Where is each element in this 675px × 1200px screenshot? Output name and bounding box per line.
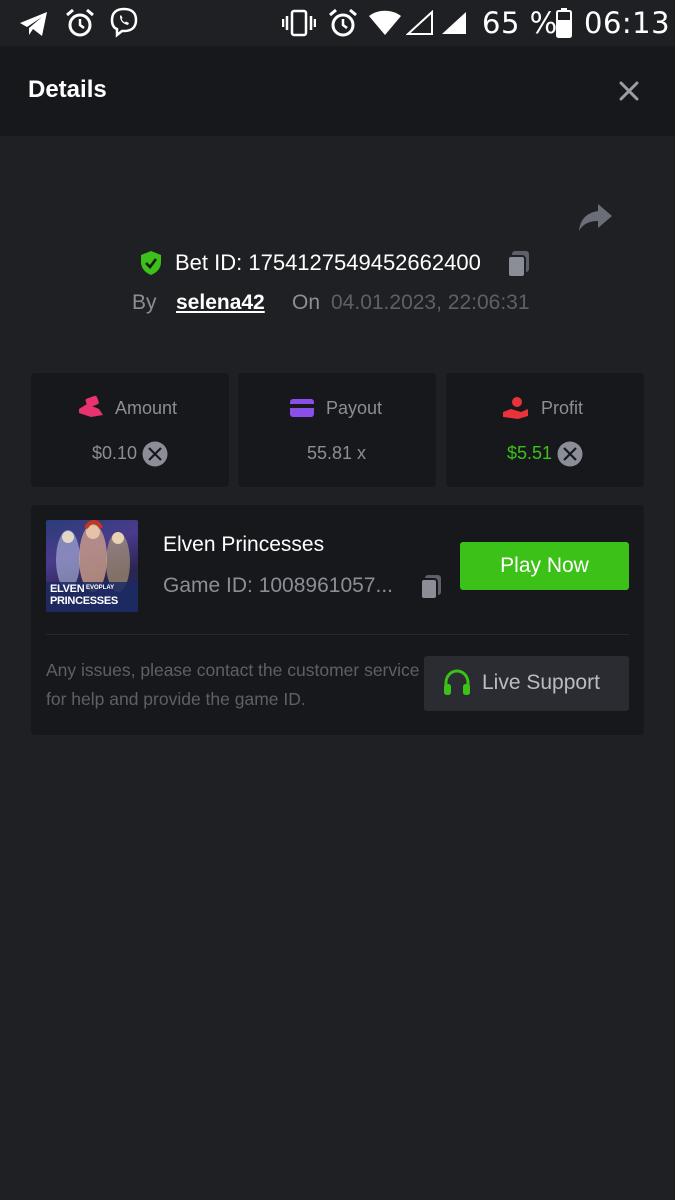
battery-icon [556,8,572,43]
share-button[interactable] [576,200,614,234]
verified-shield-icon [139,250,163,281]
payout-label: Payout [326,398,383,418]
close-icon [619,81,639,101]
xrp-coin-icon-2 [557,441,583,472]
alarm-icon-2 [327,8,359,43]
viber-icon [108,6,140,43]
bet-meta-row: By selena42 On 04.01.2023, 22:06:31 [0,289,675,319]
close-button[interactable] [612,74,646,108]
bet-datetime: 04.01.2023, 22:06:31 [331,291,530,314]
xrp-coin-icon [142,441,168,472]
headset-icon [442,668,472,703]
profit-label: Profit [541,398,584,418]
amount-label: Amount [115,398,178,418]
card-icon [289,397,315,424]
by-label: By [132,291,157,314]
bet-id: Bet ID: 1754127549452662400 [175,250,481,275]
game-thumbnail[interactable]: ELVEN EVOPLAY PRINCESSES [46,520,138,612]
alarm-icon [64,8,96,43]
status-bar: 65 % 06:13 [0,0,675,46]
game-id: Game ID: 1008961057... [163,574,393,597]
telegram-icon [18,10,50,43]
game-name: Elven Princesses [163,533,325,556]
live-support-button[interactable]: Live Support [424,656,629,711]
thumb-title-line2: PRINCESSES [50,595,118,607]
help-text: Any issues, please contact the customer … [46,660,420,709]
profit-value: $5.51 [507,443,553,463]
amount-card: Amount $0.10 [31,373,229,487]
clock-time: 06:13 [584,6,671,40]
page-title: Details [28,76,107,103]
play-now-button[interactable]: Play Now [460,542,629,590]
copy-bet-id-icon[interactable] [505,249,533,284]
divider [46,634,629,635]
username-link[interactable]: selena42 [176,291,265,315]
details-header: Details [0,46,675,136]
amount-value: $0.10 [92,443,138,463]
on-label: On [292,291,321,314]
copy-game-id-icon[interactable] [418,573,444,606]
bet-id-row: Bet ID: 1754127549452662400 [0,247,675,279]
wifi-icon [368,10,402,41]
game-panel: ELVEN EVOPLAY PRINCESSES Elven Princesse… [31,505,644,735]
thumb-brand: EVOPLAY [86,585,115,591]
payout-value: 55.81 x [307,443,367,463]
thumb-title-line1: ELVEN [50,583,85,595]
signal-icon [440,10,468,41]
battery-percent: 65 % [482,6,558,40]
share-icon [579,204,612,231]
coins-hand-icon [77,395,105,426]
signal-empty-icon [405,9,434,41]
money-hand-icon [502,395,530,426]
profit-card: Profit $5.51 [446,373,644,487]
vibrate-icon [281,8,317,43]
payout-card: Payout 55.81 x [238,373,436,487]
live-support-label: Live Support [482,671,600,694]
